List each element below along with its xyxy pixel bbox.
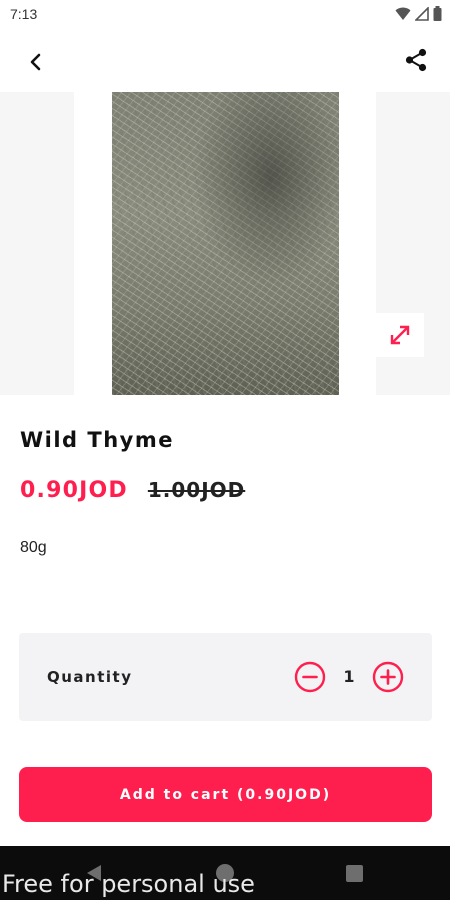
watermark: Free for personal use [2,870,255,898]
minus-circle-icon[interactable] [294,661,326,693]
nav-recents-icon[interactable] [346,865,363,882]
share-icon [405,48,427,72]
status-bar: 7:13 [0,0,450,30]
battery-icon [433,6,442,21]
price-row: 0.90JOD 1.00JOD [20,478,245,503]
wifi-icon [395,7,411,20]
back-arrow-icon [30,53,41,71]
original-price: 1.00JOD [147,478,246,502]
expand-image-button[interactable] [376,313,424,357]
app-bar [0,30,450,92]
plus-circle-icon[interactable] [372,661,404,693]
quantity-label: Quantity [47,668,133,686]
current-price: 0.90JOD [20,478,128,503]
signal-icon [415,6,429,21]
product-photo[interactable] [112,92,339,395]
product-weight: 80g [20,539,47,556]
status-icons [395,6,442,21]
quantity-value: 1 [343,667,355,686]
status-time: 7:13 [10,6,38,22]
back-button[interactable] [20,46,52,78]
product-image-frame [74,92,376,395]
quantity-stepper: Quantity 1 [19,633,432,721]
expand-icon [390,325,410,345]
product-image-area [0,92,450,395]
share-button[interactable] [400,44,432,76]
product-title: Wild Thyme [20,428,174,452]
add-to-cart-button[interactable]: Add to cart (0.90JOD) [19,767,432,822]
